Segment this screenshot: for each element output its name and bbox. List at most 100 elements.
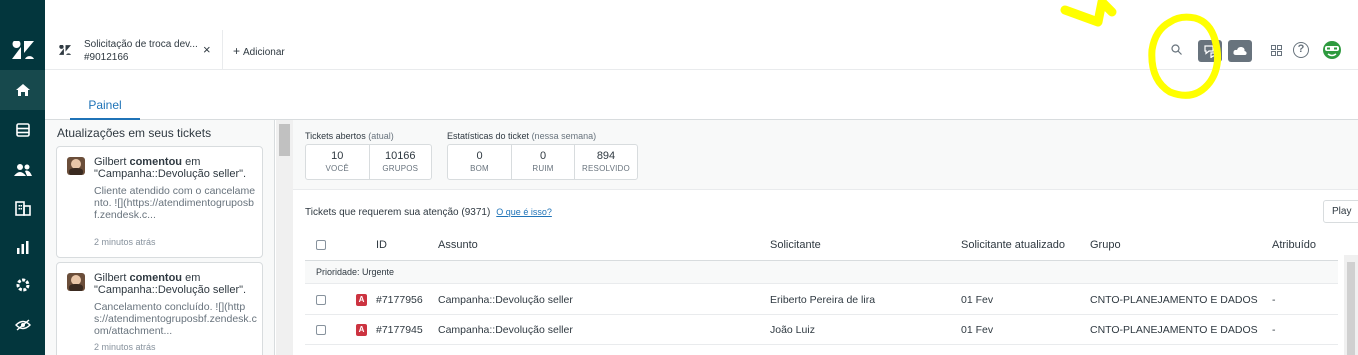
status-badge: A <box>356 294 367 306</box>
ticket-stats-title: Estatísticas do ticket <box>447 131 530 141</box>
col-requester-updated[interactable]: Solicitante atualizado <box>961 239 1065 251</box>
play-button[interactable]: Play <box>1323 200 1358 223</box>
stat-good-value: 0 <box>476 150 483 162</box>
ticket-stats-label: Estatísticas do ticket (nessa semana) <box>447 131 596 141</box>
update-action: comentou <box>129 156 183 168</box>
nav-reporting[interactable] <box>0 227 45 267</box>
update-preposition: em <box>185 272 201 284</box>
table-row[interactable]: A #7177945 Campanha::Devolução seller Jo… <box>305 315 1338 345</box>
add-tab-button[interactable]: + Adicionar <box>233 44 285 58</box>
nav-organizations[interactable] <box>0 188 45 228</box>
status-badge: A <box>356 324 367 336</box>
col-id[interactable]: ID <box>376 239 387 251</box>
ticket-requester: Eriberto Pereira de lira <box>770 294 876 306</box>
updates-title: Atualizações em seus tickets <box>57 126 212 140</box>
select-all-checkbox[interactable] <box>316 240 326 250</box>
row-checkbox[interactable] <box>316 325 326 335</box>
nav-views[interactable] <box>0 110 45 150</box>
conversations-button[interactable] <box>1198 40 1222 62</box>
updates-scrollbar-thumb[interactable] <box>279 124 290 156</box>
admin-icon <box>16 278 29 292</box>
close-icon[interactable]: × <box>203 42 211 57</box>
stat-you[interactable]: 10 VOCÊ <box>306 145 370 179</box>
stat-good[interactable]: 0 BOM <box>448 145 512 179</box>
update-target[interactable]: "Campanha::Devolução seller". <box>94 284 246 296</box>
tab-painel[interactable]: Painel <box>70 94 140 120</box>
ticket-updates-panel: Atualizações em seus tickets Gilbert com… <box>45 120 275 355</box>
priority-group-label: Prioridade: Urgente <box>316 267 395 277</box>
stat-bad-value: 0 <box>539 150 547 162</box>
stat-solved-value: 894 <box>596 150 616 162</box>
nav-home[interactable] <box>0 70 45 110</box>
update-author: Gilbert <box>94 272 127 284</box>
row-checkbox[interactable] <box>316 295 326 305</box>
open-tickets-title: Tickets abertos <box>305 131 366 141</box>
stat-good-caption: BOM <box>470 164 489 173</box>
col-group[interactable]: Grupo <box>1090 239 1121 251</box>
search-icon[interactable] <box>1171 44 1182 55</box>
ticket-group: CNTO-PLANEJAMENTO E DADOS <box>1090 324 1258 336</box>
stat-groups-value: 10166 <box>384 150 416 162</box>
apps-grid-icon[interactable] <box>1271 45 1282 56</box>
stat-solved[interactable]: 894 RESOLVIDO <box>575 145 637 179</box>
avatar <box>67 273 85 291</box>
col-requester[interactable]: Solicitante <box>770 239 821 251</box>
cloud-button[interactable] <box>1228 40 1252 62</box>
col-subject[interactable]: Assunto <box>438 239 478 251</box>
what-is-this-link[interactable]: O que é isso? <box>496 207 552 217</box>
stat-you-caption: VOCÊ <box>325 164 349 173</box>
open-tickets-note: (atual) <box>368 131 394 141</box>
ticket-group: CNTO-PLANEJAMENTO E DADOS <box>1090 294 1258 306</box>
ticket-subject[interactable]: Campanha::Devolução seller <box>438 324 573 336</box>
nav-customers[interactable] <box>0 150 45 190</box>
priority-group-row: Prioridade: Urgente <box>305 261 1338 284</box>
ticket-id: #7177945 <box>376 324 423 336</box>
tickets-title-text: Tickets que requerem sua atenção (9371) <box>305 207 491 218</box>
stat-you-value: 10 <box>331 150 344 162</box>
ticket-tab-title: Solicitação de troca dev... <box>84 39 198 50</box>
update-target[interactable]: "Campanha::Devolução seller". <box>94 168 246 180</box>
stat-bad[interactable]: 0 RUIM <box>512 145 575 179</box>
ticket-tab-logo-icon <box>59 45 71 55</box>
views-icon <box>15 123 30 137</box>
update-header: Gilbert comentou em "Campanha::Devolução… <box>94 156 259 180</box>
conversations-icon <box>1204 45 1216 58</box>
update-preposition: em <box>185 156 201 168</box>
update-body: Cliente atendido com o cancelamento. ![]… <box>94 185 256 221</box>
help-icon[interactable]: ? <box>1293 42 1309 58</box>
cloud-icon <box>1233 46 1247 55</box>
col-assignee[interactable]: Atribuído <box>1272 239 1316 251</box>
ticket-updated: 01 Fev <box>961 294 994 306</box>
stat-groups-caption: GRUPOS <box>382 164 419 173</box>
visibility-icon <box>14 319 31 331</box>
ticket-stats-note: (nessa semana) <box>531 131 597 141</box>
update-time: 2 minutos atrás <box>94 237 156 247</box>
panel-tab-row: Painel <box>45 70 1358 120</box>
table-scrollbar-thumb[interactable] <box>1347 262 1355 355</box>
stat-groups[interactable]: 10166 GRUPOS <box>370 145 432 179</box>
tickets-title: Tickets que requerem sua atenção (9371) O… <box>305 207 552 218</box>
ticket-tab[interactable]: Solicitação de troca dev... #9012166 × <box>45 30 223 70</box>
avatar <box>67 157 85 175</box>
zendesk-logo-icon[interactable] <box>12 41 34 59</box>
ticket-assignee: - <box>1272 324 1276 336</box>
ticket-subject[interactable]: Campanha::Devolução seller <box>438 294 573 306</box>
home-icon <box>15 84 30 96</box>
ticket-requester: João Luiz <box>770 324 815 336</box>
update-card[interactable]: Gilbert comentou em "Campanha::Devolução… <box>56 146 263 258</box>
user-avatar-icon[interactable] <box>1322 40 1342 60</box>
update-author: Gilbert <box>94 156 127 168</box>
ticket-tab-number: #9012166 <box>84 52 129 63</box>
customers-icon <box>13 164 32 176</box>
organizations-icon <box>14 201 31 216</box>
plus-icon: + <box>233 44 241 58</box>
stat-solved-caption: RESOLVIDO <box>582 164 630 173</box>
table-row[interactable]: A #7177956 Campanha::Devolução seller Er… <box>305 285 1338 315</box>
update-card[interactable]: Gilbert comentou em "Campanha::Devolução… <box>56 262 263 355</box>
top-bar: Solicitação de troca dev... #9012166 × +… <box>45 30 1358 70</box>
nav-admin[interactable] <box>0 265 45 305</box>
table-header: ID Assunto Solicitante Solicitante atual… <box>305 230 1338 261</box>
update-body: Cancelamento concluído. ![](https://aten… <box>94 301 257 337</box>
nav-visibility[interactable] <box>0 305 45 345</box>
open-tickets-label: Tickets abertos (atual) <box>305 131 394 141</box>
